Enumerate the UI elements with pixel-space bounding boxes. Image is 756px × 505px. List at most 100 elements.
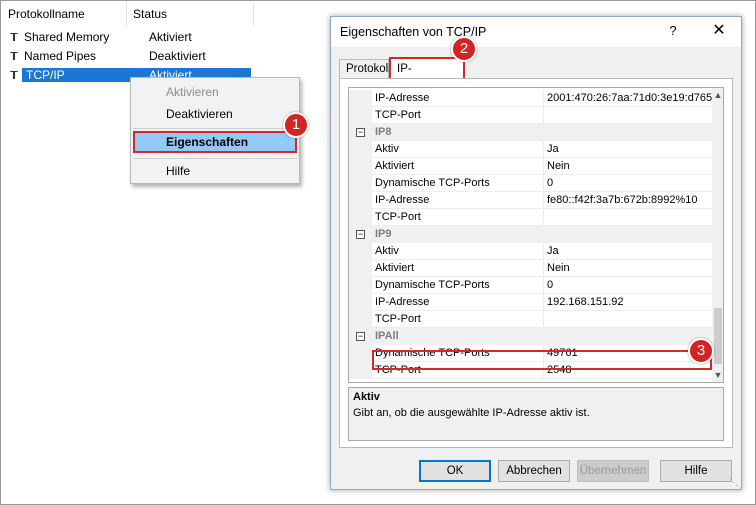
column-header-status[interactable]: Status [127,2,254,26]
grid-row[interactable]: Dynamische TCP-Ports 49761 [349,345,712,362]
protocol-name: TCP/IP [22,68,131,82]
step-marker-2: 2 [451,36,477,62]
property-value[interactable]: 0 [544,277,712,294]
property-value[interactable]: 192.168.151.92 [544,294,712,311]
tab-protocol[interactable]: Protokoll [339,59,391,79]
property-name: IP-Adresse [372,294,544,311]
grid-gutter [349,192,372,209]
property-value[interactable]: 49761 [544,345,712,362]
collapse-icon[interactable]: − [356,332,365,341]
grid-row[interactable]: Aktiviert Nein [349,260,712,277]
grid-row[interactable]: IP-Adresse 2001:470:26:7aa:71d0:3e19:d765… [349,90,712,107]
property-name: TCP-Port [372,311,544,328]
description-title: Aktiv [353,391,380,403]
ok-button[interactable]: OK [419,460,491,482]
resize-grip-icon[interactable]: ⋱ [729,477,738,488]
protocol-status: Aktiviert [149,30,192,44]
property-name: Aktiviert [372,158,544,175]
protocol-name: Shared Memory [24,30,110,44]
category-name: IP8 [372,124,712,141]
menu-separator [133,128,297,129]
scrollbar-thumb[interactable] [714,308,722,364]
property-value[interactable]: Ja [544,243,712,260]
menu-item-activate[interactable]: Aktivieren [133,81,297,103]
grid-row[interactable]: TCP-Port [349,311,712,328]
tab-panel-ip-addresses: IP-Adresse 2001:470:26:7aa:71d0:3e19:d765… [339,78,733,448]
collapse-icon[interactable]: − [356,128,365,137]
grid-row[interactable]: Aktiv Ja [349,141,712,158]
menu-item-deactivate[interactable]: Deaktivieren [133,103,297,125]
scroll-up-icon[interactable]: ▲ [712,88,723,102]
property-name: Aktiv [372,243,544,260]
property-name: Aktiv [372,141,544,158]
grid-gutter [349,90,372,107]
protocol-icon: 𝗧 [10,69,18,82]
collapse-icon[interactable]: − [356,230,365,239]
property-value[interactable] [544,107,712,124]
property-name: Aktiviert [372,260,544,277]
close-icon[interactable]: ✕ [709,21,729,41]
grid-gutter [349,277,372,294]
menu-item-properties[interactable]: Eigenschaften [133,131,297,153]
dialog-title-bar[interactable]: Eigenschaften von TCP/IP ? ✕ [331,17,741,47]
property-name: TCP-Port [372,362,544,379]
grid-row[interactable]: Aktiv Ja [349,243,712,260]
property-name: Dynamische TCP-Ports [372,277,544,294]
grid-gutter [349,362,372,379]
grid-row[interactable]: TCP-Port 2548 [349,362,712,379]
grid-row[interactable]: Dynamische TCP-Ports 0 [349,277,712,294]
property-value[interactable]: 2001:470:26:7aa:71d0:3e19:d765: [544,90,712,107]
property-name: TCP-Port [372,107,544,124]
property-value[interactable]: Nein [544,158,712,175]
description-panel: Aktiv Gibt an, ob die ausgewählte IP-Adr… [348,387,724,441]
vertical-scrollbar[interactable]: ▲ ▼ [712,88,723,382]
grid-row[interactable]: TCP-Port [349,209,712,226]
apply-button[interactable]: Übernehmen [577,460,649,482]
scroll-down-icon[interactable]: ▼ [712,368,723,382]
grid-row[interactable]: Dynamische TCP-Ports 0 [349,175,712,192]
property-value[interactable] [544,311,712,328]
protocol-status: Deaktiviert [149,49,206,63]
help-icon[interactable]: ? [665,23,681,41]
grid-category[interactable]: − IP9 [349,226,712,243]
grid-gutter [349,260,372,277]
column-header-protocol-name[interactable]: Protokollname [0,2,127,26]
property-name: IP-Adresse [372,192,544,209]
cancel-button[interactable]: Abbrechen [498,460,570,482]
protocol-row-named-pipes[interactable]: 𝗧 Named Pipes Deaktiviert [6,47,254,65]
grid-row[interactable]: Aktiviert Nein [349,158,712,175]
menu-item-help[interactable]: Hilfe [133,160,297,182]
grid-row[interactable]: IP-Adresse fe80::f42f:3a7b:672b:8992%10 [349,192,712,209]
grid-gutter [349,209,372,226]
grid-gutter: − [349,226,372,243]
grid-row[interactable]: IP-Adresse 192.168.151.92 [349,294,712,311]
property-name: Dynamische TCP-Ports [372,175,544,192]
grid-gutter [349,311,372,328]
grid-row[interactable]: TCP-Port [349,107,712,124]
menu-separator [133,158,297,159]
property-value[interactable] [544,209,712,226]
property-value[interactable]: 0 [544,175,712,192]
protocol-icon: 𝗧 [10,31,18,44]
protocol-list-header: Protokollname Status [0,2,254,26]
category-name: IP9 [372,226,712,243]
property-value[interactable]: fe80::f42f:3a7b:672b:8992%10 [544,192,712,209]
grid-gutter [349,141,372,158]
tab-ip-addresses[interactable]: IP-Adressen [389,57,465,95]
grid-category[interactable]: − IP8 [349,124,712,141]
property-grid: IP-Adresse 2001:470:26:7aa:71d0:3e19:d765… [348,87,724,383]
description-text: Gibt an, ob die ausgewählte IP-Adresse a… [353,407,590,419]
protocol-icon: 𝗧 [10,50,18,63]
grid-gutter: − [349,328,372,345]
step-marker-1: 1 [283,112,309,138]
protocol-row-shared-memory[interactable]: 𝗧 Shared Memory Aktiviert [6,28,254,46]
property-value[interactable]: 2548 [544,362,712,379]
help-button[interactable]: Hilfe [660,460,732,482]
property-name: IP-Adresse [372,90,544,107]
grid-gutter: − [349,124,372,141]
protocol-name: Named Pipes [24,49,97,63]
property-value[interactable]: Ja [544,141,712,158]
property-value[interactable]: Nein [544,260,712,277]
grid-gutter [349,158,372,175]
grid-category[interactable]: − IPAll [349,328,712,345]
